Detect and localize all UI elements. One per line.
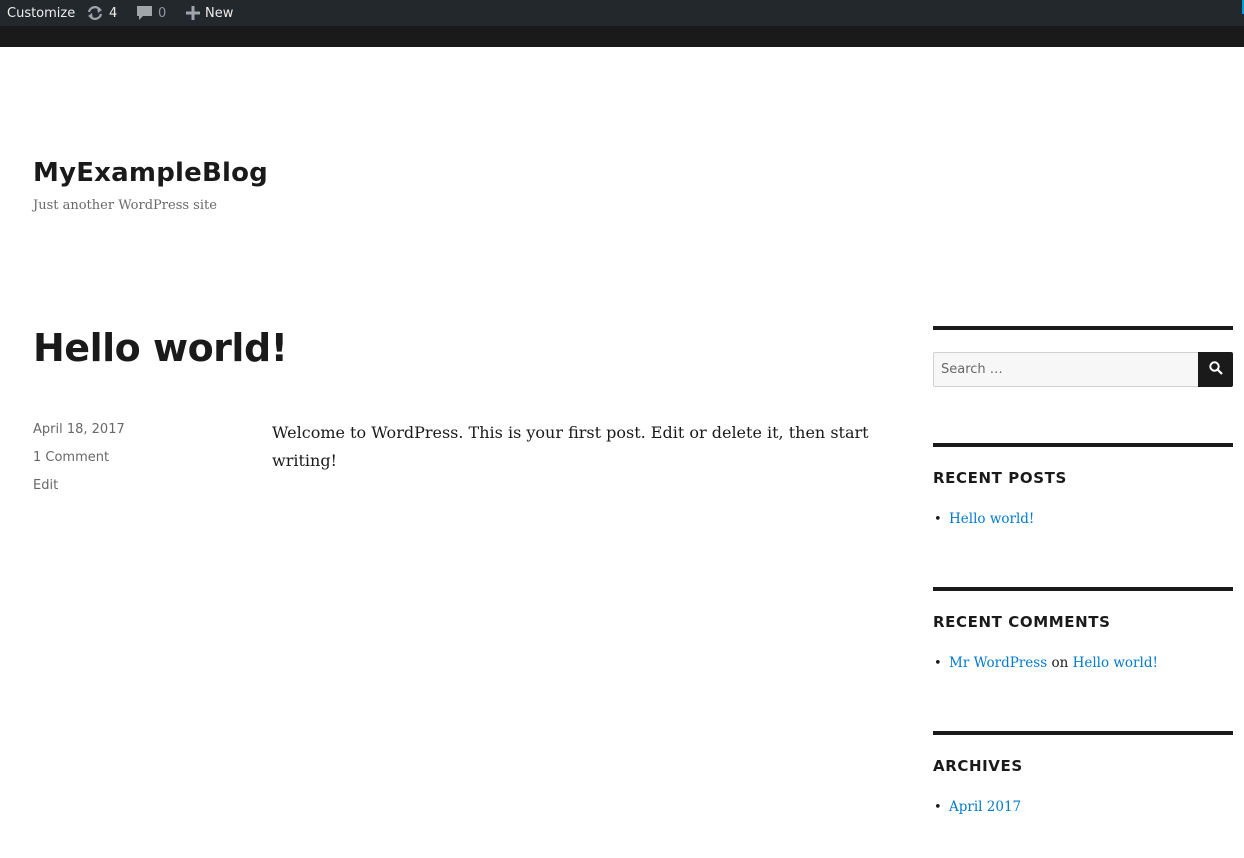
new-content-link[interactable]: New [186,0,233,26]
comment-connector: on [1051,655,1069,671]
search-icon [1208,361,1223,378]
recent-post-item: • Hello world! [934,511,1034,527]
recent-post-link[interactable]: Hello world! [949,511,1034,527]
search-input[interactable] [933,352,1199,387]
comments-icon [136,5,153,21]
updates-link[interactable]: 4 [86,0,117,26]
list-bullet: • [934,800,942,815]
header-band [0,26,1244,47]
comments-count: 0 [158,5,167,21]
recent-posts-rule [933,443,1233,447]
admin-bar: Customize 4 0 New [0,0,1244,26]
archive-link[interactable]: April 2017 [949,799,1021,815]
recent-comments-rule [933,587,1233,591]
archives-title: ARCHIVES [933,757,1023,775]
recent-posts-title: RECENT POSTS [933,469,1067,487]
updates-count: 4 [109,5,118,21]
comment-author-link[interactable]: Mr WordPress [949,655,1047,671]
post-content: Welcome to WordPress. This is your first… [272,423,869,470]
post-edit-link[interactable]: Edit [33,478,58,493]
archives-rule [933,731,1233,735]
new-label: New [205,5,234,21]
updates-icon [86,5,104,21]
search-widget-rule [933,326,1233,330]
site-title[interactable]: MyExampleBlog [33,158,268,188]
recent-comment-item: • Mr WordPress on Hello world! [934,655,1158,671]
search-button[interactable] [1198,352,1233,387]
comments-link[interactable]: 0 [136,0,166,26]
list-bullet: • [934,512,942,527]
post-title[interactable]: Hello world! [33,326,288,370]
list-bullet: • [934,656,942,671]
site-description: Just another WordPress site [33,198,217,213]
customize-link[interactable]: Customize [7,0,75,26]
post-comments-link[interactable]: 1 Comment [33,450,109,465]
customize-label: Customize [7,5,76,21]
comment-post-link[interactable]: Hello world! [1073,655,1158,671]
recent-comments-title: RECENT COMMENTS [933,613,1111,631]
post-date[interactable]: April 18, 2017 [33,422,125,437]
plus-icon [186,6,200,20]
archive-item: • April 2017 [934,799,1021,815]
